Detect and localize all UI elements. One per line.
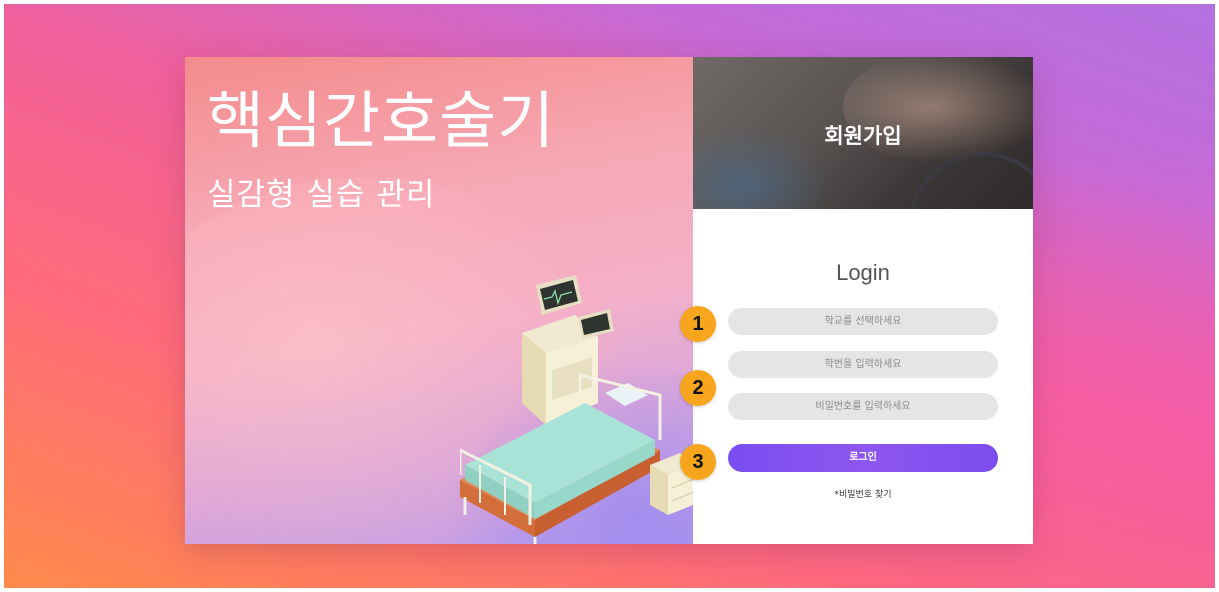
login-button[interactable]: 로그인 (728, 444, 998, 472)
hero-title: 핵심간호술기 (207, 84, 556, 157)
login-panel: 회원가입 Login 로그인 *비밀번호 찾기 (693, 57, 1033, 544)
step-badge-1: 1 (680, 306, 716, 342)
step-badge-3: 3 (680, 444, 716, 480)
signup-button[interactable]: 회원가입 (693, 120, 1033, 150)
hero-subtitle: 실감형 실습 관리 (207, 177, 436, 213)
school-select-field[interactable] (728, 308, 998, 335)
password-field[interactable] (728, 393, 998, 420)
hero-panel: 핵심간호술기 실감형 실습 관리 (185, 57, 693, 544)
hospital-bed-illustration (460, 275, 693, 544)
login-card: 핵심간호술기 실감형 실습 관리 회원가입 Login 학교를 선택하세요 학번… (185, 57, 1033, 544)
student-id-field[interactable] (728, 351, 998, 378)
signup-banner[interactable]: 회원가입 (693, 57, 1033, 209)
step-badge-2: 2 (680, 370, 716, 406)
login-title: Login (836, 260, 890, 285)
forgot-password-link[interactable]: *비밀번호 찾기 (693, 487, 1033, 500)
